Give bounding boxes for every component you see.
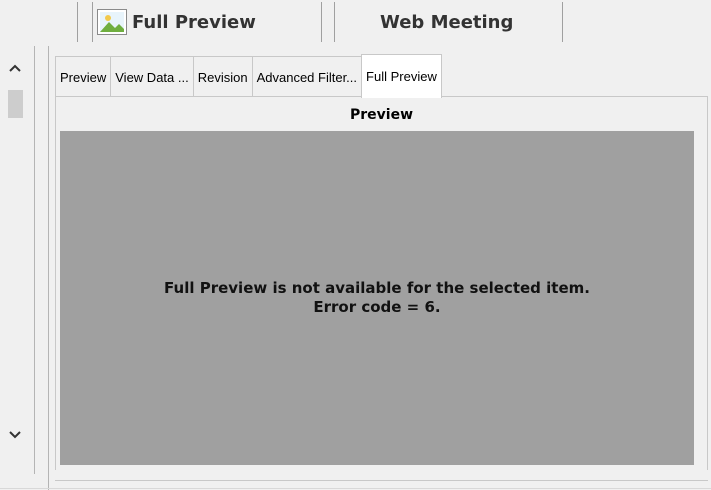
left-scroll-panel (0, 46, 35, 474)
preview-pane: Preview Full Preview is not available fo… (55, 97, 708, 470)
full-preview-toolbar-label: Full Preview (132, 11, 256, 33)
toolbar-separator (562, 2, 563, 42)
bottom-divider (0, 488, 711, 489)
error-message-line2: Error code = 6. (313, 298, 441, 316)
panel-divider[interactable] (48, 46, 49, 490)
toolbar-separator (334, 2, 335, 42)
scroll-up-button[interactable] (6, 60, 24, 76)
tab-label: Revision (197, 69, 248, 85)
tab-revision[interactable]: Revision (192, 56, 252, 98)
web-meeting-toolbar-label: Web Meeting (380, 11, 514, 33)
error-message-line1: Full Preview is not available for the se… (164, 279, 590, 297)
toolbar-separator (92, 2, 93, 42)
toolbar-separator (321, 2, 322, 42)
preview-area: Full Preview is not available for the se… (60, 131, 694, 465)
bottom-divider (55, 480, 708, 481)
chevron-down-icon (9, 431, 21, 439)
scroll-thumb[interactable] (8, 90, 23, 118)
tab-advanced-filter[interactable]: Advanced Filter... (251, 56, 362, 98)
tab-bar: Preview View Data ... Revision Advanced … (55, 54, 442, 98)
tab-label: Advanced Filter... (256, 69, 358, 85)
tab-full-preview[interactable]: Full Preview (361, 54, 442, 98)
chevron-up-icon (9, 64, 21, 72)
web-meeting-toolbar-button[interactable]: Web Meeting (380, 4, 513, 40)
image-icon (97, 9, 127, 35)
pane-title: Preview (349, 107, 413, 123)
full-preview-toolbar-button[interactable]: Full Preview (97, 4, 256, 40)
tab-label: Full Preview (366, 69, 437, 84)
tab-view-data[interactable]: View Data ... (110, 56, 193, 98)
tab-label: View Data ... (115, 69, 189, 85)
top-toolbar: Full Preview Web Meeting (0, 0, 711, 44)
scroll-down-button[interactable] (6, 427, 24, 443)
tab-preview[interactable]: Preview (55, 56, 111, 98)
toolbar-separator (77, 2, 78, 42)
tab-label: Preview (60, 69, 107, 85)
